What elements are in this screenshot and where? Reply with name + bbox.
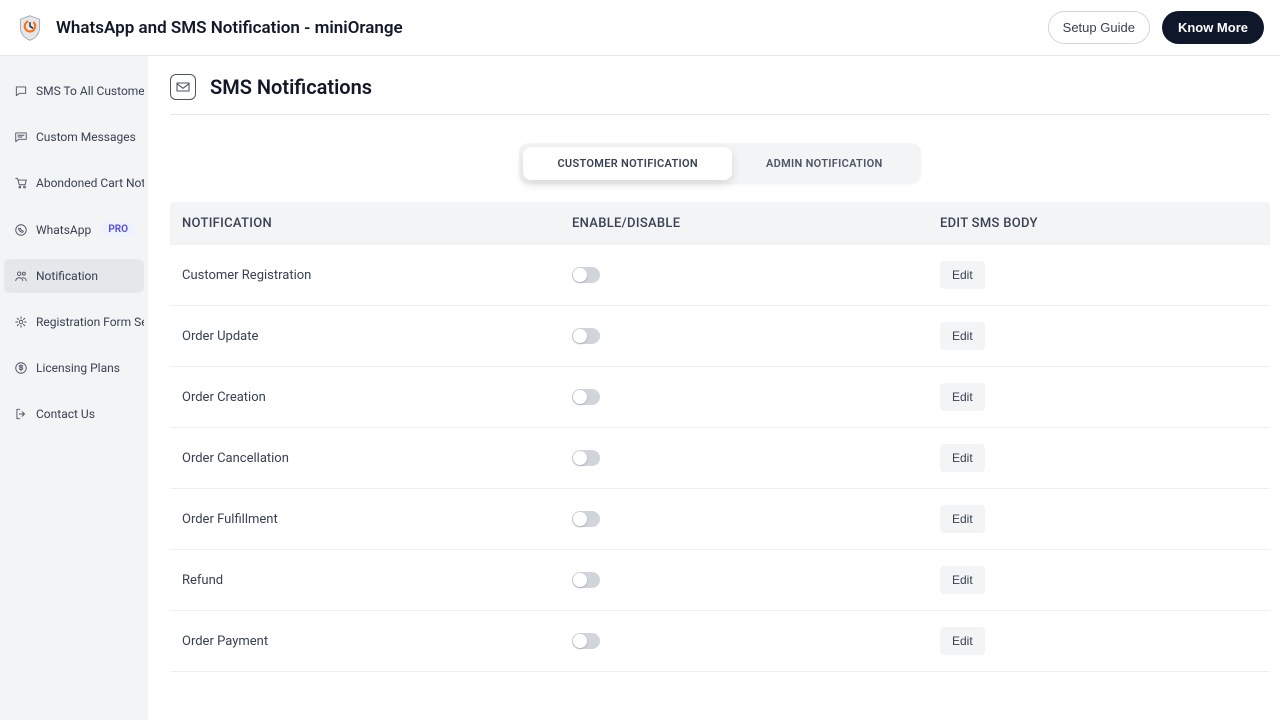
page-header: SMS Notifications xyxy=(170,74,1270,115)
sidebar-item-whatsapp[interactable]: WhatsApp PRO xyxy=(4,212,144,247)
enable-toggle[interactable] xyxy=(572,328,600,344)
sidebar-item-custom-messages[interactable]: Custom Messages xyxy=(4,120,144,154)
th-edit: EDIT SMS BODY xyxy=(940,216,1258,231)
edit-button[interactable]: Edit xyxy=(940,322,985,350)
message-square-icon xyxy=(14,130,28,144)
table-header: NOTIFICATION ENABLE/DISABLE EDIT SMS BOD… xyxy=(170,202,1270,245)
edit-button[interactable]: Edit xyxy=(940,261,985,289)
table-row: Order Cancellation Edit xyxy=(170,428,1270,489)
enable-toggle[interactable] xyxy=(572,572,600,588)
sidebar-item-label: Licensing Plans xyxy=(36,361,120,375)
sidebar-item-label: WhatsApp xyxy=(36,223,91,237)
whatsapp-icon xyxy=(14,223,28,237)
enable-toggle[interactable] xyxy=(572,633,600,649)
enable-toggle[interactable] xyxy=(572,389,600,405)
tab-customer-notification[interactable]: CUSTOMER NOTIFICATION xyxy=(523,147,732,180)
sidebar-item-abandoned-cart[interactable]: Abondoned Cart Noti... xyxy=(4,166,144,200)
table-row: Order Update Edit xyxy=(170,306,1270,367)
edit-button[interactable]: Edit xyxy=(940,444,985,472)
sidebar-item-licensing-plans[interactable]: Licensing Plans xyxy=(4,351,144,385)
notification-name: Order Creation xyxy=(182,390,572,405)
dollar-icon xyxy=(14,361,28,375)
sidebar-item-label: SMS To All Customers xyxy=(36,84,144,98)
sidebar-item-label: Custom Messages xyxy=(36,130,136,144)
app-header: WhatsApp and SMS Notification - miniOran… xyxy=(0,0,1280,56)
sidebar: SMS To All Customers Custom Messages Abo… xyxy=(0,56,148,720)
th-notification: NOTIFICATION xyxy=(182,216,572,231)
header-right: Setup Guide Know More xyxy=(1048,11,1264,44)
tabs: CUSTOMER NOTIFICATION ADMIN NOTIFICATION xyxy=(170,143,1270,184)
sidebar-item-contact-us[interactable]: Contact Us xyxy=(4,397,144,431)
sidebar-item-sms-all-customers[interactable]: SMS To All Customers xyxy=(4,74,144,108)
enable-toggle[interactable] xyxy=(572,511,600,527)
app-title: WhatsApp and SMS Notification - miniOran… xyxy=(56,18,403,38)
table-row: Refund Edit xyxy=(170,550,1270,611)
notification-name: Customer Registration xyxy=(182,268,572,283)
notification-name: Order Cancellation xyxy=(182,451,572,466)
header-left: WhatsApp and SMS Notification - miniOran… xyxy=(16,14,403,42)
enable-toggle[interactable] xyxy=(572,450,600,466)
sidebar-item-label: Notification xyxy=(36,269,98,283)
edit-button[interactable]: Edit xyxy=(940,383,985,411)
sidebar-item-notification[interactable]: Notification xyxy=(4,259,144,293)
table-row: Order Creation Edit xyxy=(170,367,1270,428)
chat-bubble-icon xyxy=(14,84,28,98)
th-enable: ENABLE/DISABLE xyxy=(572,216,940,231)
gear-icon xyxy=(14,315,28,329)
notification-name: Order Fulfillment xyxy=(182,512,572,527)
edit-button[interactable]: Edit xyxy=(940,505,985,533)
tab-admin-notification[interactable]: ADMIN NOTIFICATION xyxy=(732,147,917,180)
edit-button[interactable]: Edit xyxy=(940,566,985,594)
tab-container: CUSTOMER NOTIFICATION ADMIN NOTIFICATION xyxy=(519,143,920,184)
shopping-cart-icon xyxy=(14,176,28,190)
notifications-table: NOTIFICATION ENABLE/DISABLE EDIT SMS BOD… xyxy=(170,202,1270,672)
know-more-button[interactable]: Know More xyxy=(1162,11,1264,44)
notification-name: Refund xyxy=(182,573,572,588)
notification-name: Order Payment xyxy=(182,634,572,649)
sidebar-item-registration-form[interactable]: Registration Form Set... xyxy=(4,305,144,339)
notification-name: Order Update xyxy=(182,329,572,344)
setup-guide-button[interactable]: Setup Guide xyxy=(1048,11,1150,44)
users-icon xyxy=(14,269,28,283)
main-content: SMS Notifications CUSTOMER NOTIFICATION … xyxy=(148,56,1280,720)
pro-badge: PRO xyxy=(102,222,134,237)
table-row: Order Payment Edit xyxy=(170,611,1270,672)
sidebar-item-label: Abondoned Cart Noti... xyxy=(36,176,144,190)
logout-icon xyxy=(14,407,28,421)
edit-button[interactable]: Edit xyxy=(940,627,985,655)
sidebar-item-label: Contact Us xyxy=(36,407,95,421)
sidebar-item-label: Registration Form Set... xyxy=(36,315,144,329)
page-title: SMS Notifications xyxy=(210,75,372,99)
table-row: Customer Registration Edit xyxy=(170,245,1270,306)
envelope-icon xyxy=(170,74,196,100)
table-row: Order Fulfillment Edit xyxy=(170,489,1270,550)
brand-logo-icon xyxy=(16,14,44,42)
layout: SMS To All Customers Custom Messages Abo… xyxy=(0,56,1280,720)
enable-toggle[interactable] xyxy=(572,267,600,283)
